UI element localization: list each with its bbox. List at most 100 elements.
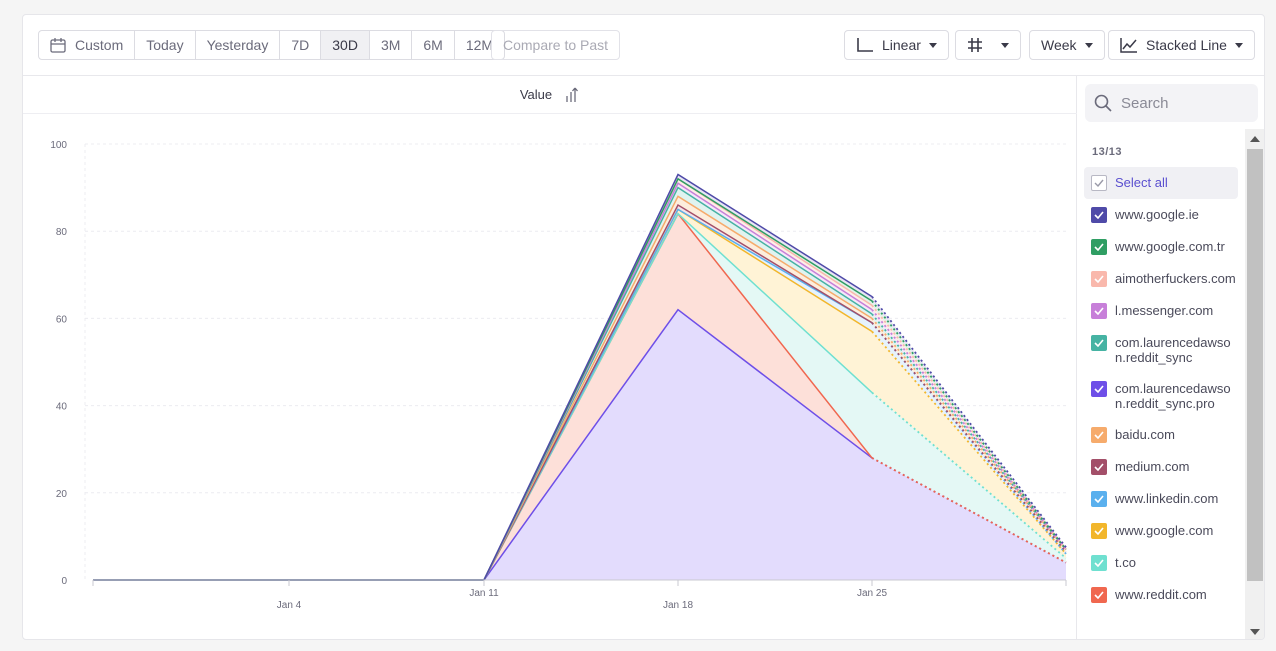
y-tick-label: 40 <box>56 402 68 413</box>
interval-dropdown[interactable]: Week <box>1029 30 1105 60</box>
hash-icon <box>968 38 982 52</box>
chart-type-dropdown[interactable]: Stacked Line <box>1108 30 1255 60</box>
sort-icon[interactable] <box>564 87 580 103</box>
legend-item[interactable]: www.google.com <box>1084 515 1238 547</box>
legend-item-label: www.reddit.com <box>1115 587 1207 602</box>
legend-list: Select all www.google.ie www.google.com.t… <box>1084 167 1238 611</box>
check-icon <box>1094 339 1104 347</box>
legend-item[interactable]: l.messenger.com <box>1084 295 1238 327</box>
check-icon <box>1094 495 1104 503</box>
y-tick-label: 20 <box>56 489 68 500</box>
check-icon <box>1094 385 1104 393</box>
checkbox[interactable] <box>1091 555 1107 571</box>
legend-search[interactable] <box>1085 84 1258 122</box>
checkbox[interactable] <box>1091 271 1107 287</box>
legend-panel: 13/13 Select all www.google.ie www.google… <box>1078 76 1264 639</box>
chart-type-label: Stacked Line <box>1146 37 1227 53</box>
check-icon <box>1094 243 1104 251</box>
calendar-icon <box>50 38 66 53</box>
legend-item[interactable]: com.laurencedawson.reddit_sync.pro <box>1084 373 1238 419</box>
legend-item[interactable]: www.google.com.tr <box>1084 231 1238 263</box>
legend-item[interactable]: www.reddit.com <box>1084 579 1238 611</box>
select-all-checkbox[interactable]: Select all <box>1084 167 1238 199</box>
select-all-label: Select all <box>1115 175 1168 190</box>
check-icon <box>1094 179 1104 187</box>
scale-label: Linear <box>882 37 921 53</box>
chevron-down-icon <box>1234 42 1243 48</box>
chevron-down-icon <box>1001 42 1009 48</box>
legend-item[interactable]: baidu.com <box>1084 419 1238 451</box>
chart-area: Value 0 20 40 60 80 100 Jan 4 Jan 11 Jan 18 Jan 2… <box>23 76 1077 639</box>
legend-scrollbar[interactable] <box>1245 129 1264 639</box>
search-icon <box>1094 94 1112 112</box>
x-tick-label: Jan 25 <box>857 588 887 599</box>
legend-item[interactable]: www.google.ie <box>1084 199 1238 231</box>
scroll-up-arrow-icon[interactable] <box>1250 136 1260 142</box>
legend-item[interactable]: com.laurencedawson.reddit_sync <box>1084 327 1238 373</box>
legend-item[interactable]: t.co <box>1084 547 1238 579</box>
check-icon <box>1094 275 1104 283</box>
checkbox[interactable] <box>1091 427 1107 443</box>
checkbox[interactable] <box>1091 523 1107 539</box>
range-button-today[interactable]: Today <box>135 31 196 59</box>
value-column-header[interactable]: Value <box>23 76 1077 114</box>
scale-dropdown[interactable]: Linear <box>844 30 949 60</box>
checkbox[interactable] <box>1091 491 1107 507</box>
value-header-label: Value <box>519 87 553 102</box>
check-icon <box>1094 307 1104 315</box>
range-label: 6M <box>423 37 443 53</box>
checkbox[interactable] <box>1091 303 1107 319</box>
range-button-7d[interactable]: 7D <box>280 31 322 59</box>
y-tick-label: 0 <box>61 576 67 587</box>
range-label: Today <box>146 37 184 53</box>
checkbox[interactable] <box>1091 207 1107 223</box>
chevron-down-icon <box>928 42 937 48</box>
y-tick-label: 80 <box>56 227 68 238</box>
date-range-group: Custom Today Yesterday 7D 30D 3M 6M 12M <box>38 30 506 60</box>
range-button-3m[interactable]: 3M <box>370 31 413 59</box>
legend-item-label: medium.com <box>1115 459 1190 474</box>
number-format-dropdown[interactable] <box>955 30 1021 60</box>
range-label: 3M <box>380 37 401 53</box>
range-button-6m[interactable]: 6M <box>412 31 455 59</box>
legend-item-label: www.google.com <box>1115 523 1214 538</box>
interval-label: Week <box>1041 37 1077 53</box>
legend-item[interactable]: www.linkedin.com <box>1084 483 1238 515</box>
legend-item-label: t.co <box>1115 555 1136 570</box>
range-button-custom[interactable]: Custom <box>39 31 136 59</box>
range-button-yesterday[interactable]: Yesterday <box>196 31 281 59</box>
check-icon <box>1094 211 1104 219</box>
checkbox[interactable] <box>1091 175 1107 191</box>
y-tick-label: 100 <box>50 140 67 151</box>
toolbar: Custom Today Yesterday 7D 30D 3M 6M 12M Compare… <box>23 15 1264 76</box>
scrollbar-thumb[interactable] <box>1247 149 1263 581</box>
legend-item-label: com.laurencedawson.reddit_sync <box>1115 335 1231 365</box>
legend-item-label: www.google.com.tr <box>1115 239 1225 254</box>
legend-item-label: l.messenger.com <box>1115 303 1214 318</box>
checkbox[interactable] <box>1091 335 1107 351</box>
insights-panel: Custom Today Yesterday 7D 30D 3M 6M 12M Compare… <box>22 14 1265 640</box>
search-input[interactable] <box>1121 94 1251 112</box>
legend-item-label: com.laurencedawson.reddit_sync.pro <box>1115 381 1231 411</box>
checkbox[interactable] <box>1091 381 1107 397</box>
range-label: 30D <box>332 37 358 53</box>
selection-count: 13/13 <box>1092 146 1123 158</box>
legend-item[interactable]: aimotherfuckers.com <box>1084 263 1238 295</box>
compare-to-past-button[interactable]: Compare to Past <box>491 30 621 60</box>
legend-item-label: www.google.ie <box>1115 207 1199 222</box>
legend-item-label: www.linkedin.com <box>1115 491 1219 506</box>
range-label: Custom <box>75 37 124 53</box>
checkbox[interactable] <box>1091 239 1107 255</box>
range-label: Yesterday <box>206 37 269 53</box>
scroll-down-arrow-icon[interactable] <box>1250 629 1260 635</box>
legend-item[interactable]: medium.com <box>1084 451 1238 483</box>
x-tick-label: Jan 18 <box>663 600 693 611</box>
axis-icon <box>857 38 873 52</box>
checkbox[interactable] <box>1091 459 1107 475</box>
check-icon <box>1094 527 1104 535</box>
range-button-30d[interactable]: 30D <box>321 31 370 59</box>
x-tick-label: Jan 4 <box>277 600 302 611</box>
stacked-line-chart: 0 20 40 60 80 100 Jan 4 Jan 11 Jan 18 Jan 25 <box>50 140 1069 611</box>
x-tick-label: Jan 11 <box>469 588 499 599</box>
checkbox[interactable] <box>1091 587 1107 603</box>
